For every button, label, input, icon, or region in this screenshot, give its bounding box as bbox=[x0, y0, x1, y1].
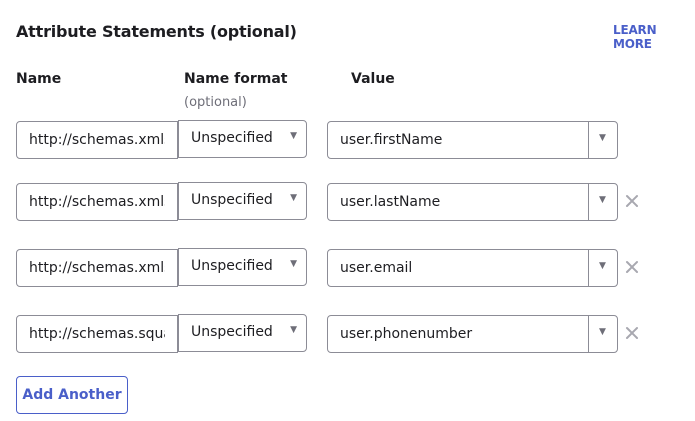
attribute-value-input[interactable] bbox=[327, 249, 589, 287]
name-format-select[interactable]: Unspecified ▼ bbox=[178, 248, 307, 286]
column-header-name: Name bbox=[16, 71, 62, 87]
close-icon[interactable] bbox=[624, 259, 640, 275]
caret-down-icon: ▼ bbox=[599, 195, 606, 205]
attribute-name-input[interactable] bbox=[16, 315, 178, 353]
attribute-row: Unspecified ▼ ▼ bbox=[0, 120, 695, 159]
attribute-value-input[interactable] bbox=[327, 121, 589, 159]
name-format-value: Unspecified bbox=[191, 258, 273, 274]
value-dropdown-button[interactable]: ▼ bbox=[588, 249, 618, 287]
section-title: Attribute Statements (optional) bbox=[16, 22, 297, 41]
caret-down-icon: ▼ bbox=[599, 133, 606, 143]
caret-down-icon: ▼ bbox=[599, 327, 606, 337]
add-another-button[interactable]: Add Another bbox=[16, 376, 128, 414]
attribute-name-input[interactable] bbox=[16, 183, 178, 221]
caret-down-icon: ▼ bbox=[290, 193, 297, 203]
caret-down-icon: ▼ bbox=[290, 131, 297, 141]
column-header-name-format: Name format bbox=[184, 71, 288, 87]
name-format-optional-note: (optional) bbox=[184, 95, 247, 110]
value-dropdown-button[interactable]: ▼ bbox=[588, 183, 618, 221]
name-format-select[interactable]: Unspecified ▼ bbox=[178, 314, 307, 352]
close-icon[interactable] bbox=[624, 193, 640, 209]
value-dropdown-button[interactable]: ▼ bbox=[588, 315, 618, 353]
attribute-row: Unspecified ▼ ▼ bbox=[0, 182, 695, 221]
caret-down-icon: ▼ bbox=[290, 259, 297, 269]
caret-down-icon: ▼ bbox=[599, 261, 606, 271]
attribute-value-input[interactable] bbox=[327, 315, 589, 353]
name-format-value: Unspecified bbox=[191, 324, 273, 340]
name-format-select[interactable]: Unspecified ▼ bbox=[178, 120, 307, 158]
caret-down-icon: ▼ bbox=[290, 325, 297, 335]
close-icon[interactable] bbox=[624, 325, 640, 341]
attribute-value-input[interactable] bbox=[327, 183, 589, 221]
name-format-value: Unspecified bbox=[191, 130, 273, 146]
attribute-row: Unspecified ▼ ▼ bbox=[0, 314, 695, 353]
value-dropdown-button[interactable]: ▼ bbox=[588, 121, 618, 159]
attribute-name-input[interactable] bbox=[16, 121, 178, 159]
column-header-value: Value bbox=[351, 71, 395, 87]
attribute-name-input[interactable] bbox=[16, 249, 178, 287]
name-format-value: Unspecified bbox=[191, 192, 273, 208]
name-format-select[interactable]: Unspecified ▼ bbox=[178, 182, 307, 220]
attribute-row: Unspecified ▼ ▼ bbox=[0, 248, 695, 287]
learn-more-link[interactable]: LEARN MORE bbox=[613, 23, 695, 51]
